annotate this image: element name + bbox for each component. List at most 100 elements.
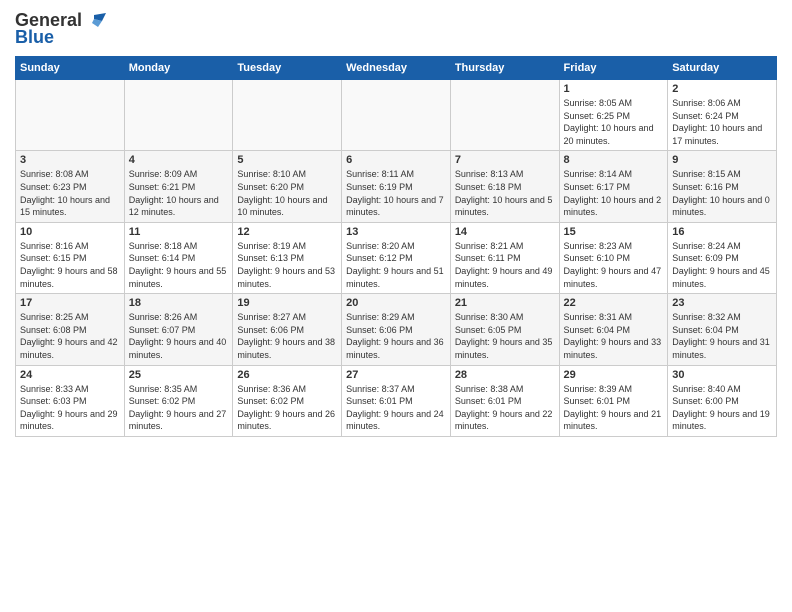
day-number: 18	[129, 297, 229, 309]
day-cell: 9 Sunrise: 8:15 AMSunset: 6:16 PMDaylight…	[668, 151, 777, 222]
day-cell: 18 Sunrise: 8:26 AMSunset: 6:07 PMDayligh…	[124, 294, 233, 365]
day-number: 6	[346, 154, 446, 166]
day-cell: 21 Sunrise: 8:30 AMSunset: 6:05 PMDayligh…	[450, 294, 559, 365]
day-info: Sunrise: 8:20 AMSunset: 6:12 PMDaylight:…	[346, 240, 446, 290]
day-info: Sunrise: 8:31 AMSunset: 6:04 PMDaylight:…	[564, 311, 664, 361]
day-cell: 30 Sunrise: 8:40 AMSunset: 6:00 PMDayligh…	[668, 365, 777, 436]
week-row-2: 3Sunrise: 8:08 AMSunset: 6:23 PMDaylight…	[16, 151, 777, 222]
day-number: 22	[564, 297, 664, 309]
day-info: Sunrise: 8:37 AMSunset: 6:01 PMDaylight:…	[346, 383, 446, 433]
day-info: Sunrise: 8:13 AMSunset: 6:18 PMDaylight:…	[455, 168, 555, 218]
day-info: Sunrise: 8:11 AMSunset: 6:19 PMDaylight:…	[346, 168, 446, 218]
weekday-header-row: SundayMondayTuesdayWednesdayThursdayFrid…	[16, 57, 777, 80]
day-cell: 25 Sunrise: 8:35 AMSunset: 6:02 PMDayligh…	[124, 365, 233, 436]
header: General Blue	[15, 10, 777, 48]
day-cell	[342, 80, 451, 151]
day-info: Sunrise: 8:10 AMSunset: 6:20 PMDaylight:…	[237, 168, 337, 218]
day-cell: 15 Sunrise: 8:23 AMSunset: 6:10 PMDayligh…	[559, 222, 668, 293]
weekday-header-saturday: Saturday	[668, 57, 777, 80]
day-number: 2	[672, 83, 772, 95]
day-cell: 7 Sunrise: 8:13 AMSunset: 6:18 PMDaylight…	[450, 151, 559, 222]
day-info: Sunrise: 8:15 AMSunset: 6:16 PMDaylight:…	[672, 168, 772, 218]
day-number: 17	[20, 297, 120, 309]
day-info: Sunrise: 8:33 AMSunset: 6:03 PMDaylight:…	[20, 383, 120, 433]
day-cell: 3Sunrise: 8:08 AMSunset: 6:23 PMDaylight…	[16, 151, 125, 222]
day-info: Sunrise: 8:24 AMSunset: 6:09 PMDaylight:…	[672, 240, 772, 290]
day-cell: 4Sunrise: 8:09 AMSunset: 6:21 PMDaylight…	[124, 151, 233, 222]
day-number: 4	[129, 154, 229, 166]
day-info: Sunrise: 8:06 AMSunset: 6:24 PMDaylight:…	[672, 97, 772, 147]
day-number: 11	[129, 226, 229, 238]
day-info: Sunrise: 8:23 AMSunset: 6:10 PMDaylight:…	[564, 240, 664, 290]
day-info: Sunrise: 8:05 AMSunset: 6:25 PMDaylight:…	[564, 97, 664, 147]
day-cell: 23Sunrise: 8:32 AMSunset: 6:04 PMDayligh…	[668, 294, 777, 365]
week-row-3: 10 Sunrise: 8:16 AMSunset: 6:15 PMDayligh…	[16, 222, 777, 293]
day-number: 30	[672, 369, 772, 381]
day-info: Sunrise: 8:26 AMSunset: 6:07 PMDaylight:…	[129, 311, 229, 361]
day-cell: 19 Sunrise: 8:27 AMSunset: 6:06 PMDayligh…	[233, 294, 342, 365]
day-cell: 16 Sunrise: 8:24 AMSunset: 6:09 PMDayligh…	[668, 222, 777, 293]
day-number: 9	[672, 154, 772, 166]
day-info: Sunrise: 8:36 AMSunset: 6:02 PMDaylight:…	[237, 383, 337, 433]
day-cell	[233, 80, 342, 151]
day-cell: 29 Sunrise: 8:39 AMSunset: 6:01 PMDayligh…	[559, 365, 668, 436]
day-number: 29	[564, 369, 664, 381]
day-info: Sunrise: 8:35 AMSunset: 6:02 PMDaylight:…	[129, 383, 229, 433]
day-info: Sunrise: 8:29 AMSunset: 6:06 PMDaylight:…	[346, 311, 446, 361]
logo: General Blue	[15, 10, 106, 48]
day-info: Sunrise: 8:39 AMSunset: 6:01 PMDaylight:…	[564, 383, 664, 433]
logo-text-blue: Blue	[15, 27, 54, 48]
day-info: Sunrise: 8:08 AMSunset: 6:23 PMDaylight:…	[20, 168, 120, 218]
day-number: 21	[455, 297, 555, 309]
day-cell	[16, 80, 125, 151]
day-number: 24	[20, 369, 120, 381]
weekday-header-tuesday: Tuesday	[233, 57, 342, 80]
day-number: 23	[672, 297, 772, 309]
day-cell: 20 Sunrise: 8:29 AMSunset: 6:06 PMDayligh…	[342, 294, 451, 365]
main-container: General Blue SundayMondayTuesdayWednesda…	[0, 0, 792, 442]
weekday-header-sunday: Sunday	[16, 57, 125, 80]
day-number: 25	[129, 369, 229, 381]
day-info: Sunrise: 8:30 AMSunset: 6:05 PMDaylight:…	[455, 311, 555, 361]
day-info: Sunrise: 8:21 AMSunset: 6:11 PMDaylight:…	[455, 240, 555, 290]
day-cell: 6 Sunrise: 8:11 AMSunset: 6:19 PMDaylight…	[342, 151, 451, 222]
day-number: 12	[237, 226, 337, 238]
day-cell: 11 Sunrise: 8:18 AMSunset: 6:14 PMDayligh…	[124, 222, 233, 293]
day-number: 20	[346, 297, 446, 309]
day-number: 28	[455, 369, 555, 381]
day-info: Sunrise: 8:18 AMSunset: 6:14 PMDaylight:…	[129, 240, 229, 290]
day-cell: 24 Sunrise: 8:33 AMSunset: 6:03 PMDayligh…	[16, 365, 125, 436]
day-cell: 2 Sunrise: 8:06 AMSunset: 6:24 PMDaylight…	[668, 80, 777, 151]
day-cell: 26 Sunrise: 8:36 AMSunset: 6:02 PMDayligh…	[233, 365, 342, 436]
day-cell: 14 Sunrise: 8:21 AMSunset: 6:11 PMDayligh…	[450, 222, 559, 293]
day-number: 10	[20, 226, 120, 238]
day-cell	[450, 80, 559, 151]
week-row-4: 17 Sunrise: 8:25 AMSunset: 6:08 PMDayligh…	[16, 294, 777, 365]
weekday-header-thursday: Thursday	[450, 57, 559, 80]
weekday-header-friday: Friday	[559, 57, 668, 80]
day-number: 19	[237, 297, 337, 309]
day-cell: 8Sunrise: 8:14 AMSunset: 6:17 PMDaylight…	[559, 151, 668, 222]
logo-bird-icon	[84, 13, 106, 29]
day-number: 1	[564, 83, 664, 95]
day-info: Sunrise: 8:25 AMSunset: 6:08 PMDaylight:…	[20, 311, 120, 361]
day-number: 26	[237, 369, 337, 381]
week-row-5: 24 Sunrise: 8:33 AMSunset: 6:03 PMDayligh…	[16, 365, 777, 436]
day-info: Sunrise: 8:16 AMSunset: 6:15 PMDaylight:…	[20, 240, 120, 290]
day-info: Sunrise: 8:19 AMSunset: 6:13 PMDaylight:…	[237, 240, 337, 290]
day-cell: 28 Sunrise: 8:38 AMSunset: 6:01 PMDayligh…	[450, 365, 559, 436]
day-number: 16	[672, 226, 772, 238]
day-cell: 22 Sunrise: 8:31 AMSunset: 6:04 PMDayligh…	[559, 294, 668, 365]
day-info: Sunrise: 8:40 AMSunset: 6:00 PMDaylight:…	[672, 383, 772, 433]
day-number: 14	[455, 226, 555, 238]
day-info: Sunrise: 8:14 AMSunset: 6:17 PMDaylight:…	[564, 168, 664, 218]
day-info: Sunrise: 8:27 AMSunset: 6:06 PMDaylight:…	[237, 311, 337, 361]
day-number: 7	[455, 154, 555, 166]
week-row-1: 1 Sunrise: 8:05 AMSunset: 6:25 PMDaylight…	[16, 80, 777, 151]
day-cell: 10 Sunrise: 8:16 AMSunset: 6:15 PMDayligh…	[16, 222, 125, 293]
day-number: 13	[346, 226, 446, 238]
calendar-table: SundayMondayTuesdayWednesdayThursdayFrid…	[15, 56, 777, 437]
day-number: 15	[564, 226, 664, 238]
day-number: 27	[346, 369, 446, 381]
day-info: Sunrise: 8:38 AMSunset: 6:01 PMDaylight:…	[455, 383, 555, 433]
